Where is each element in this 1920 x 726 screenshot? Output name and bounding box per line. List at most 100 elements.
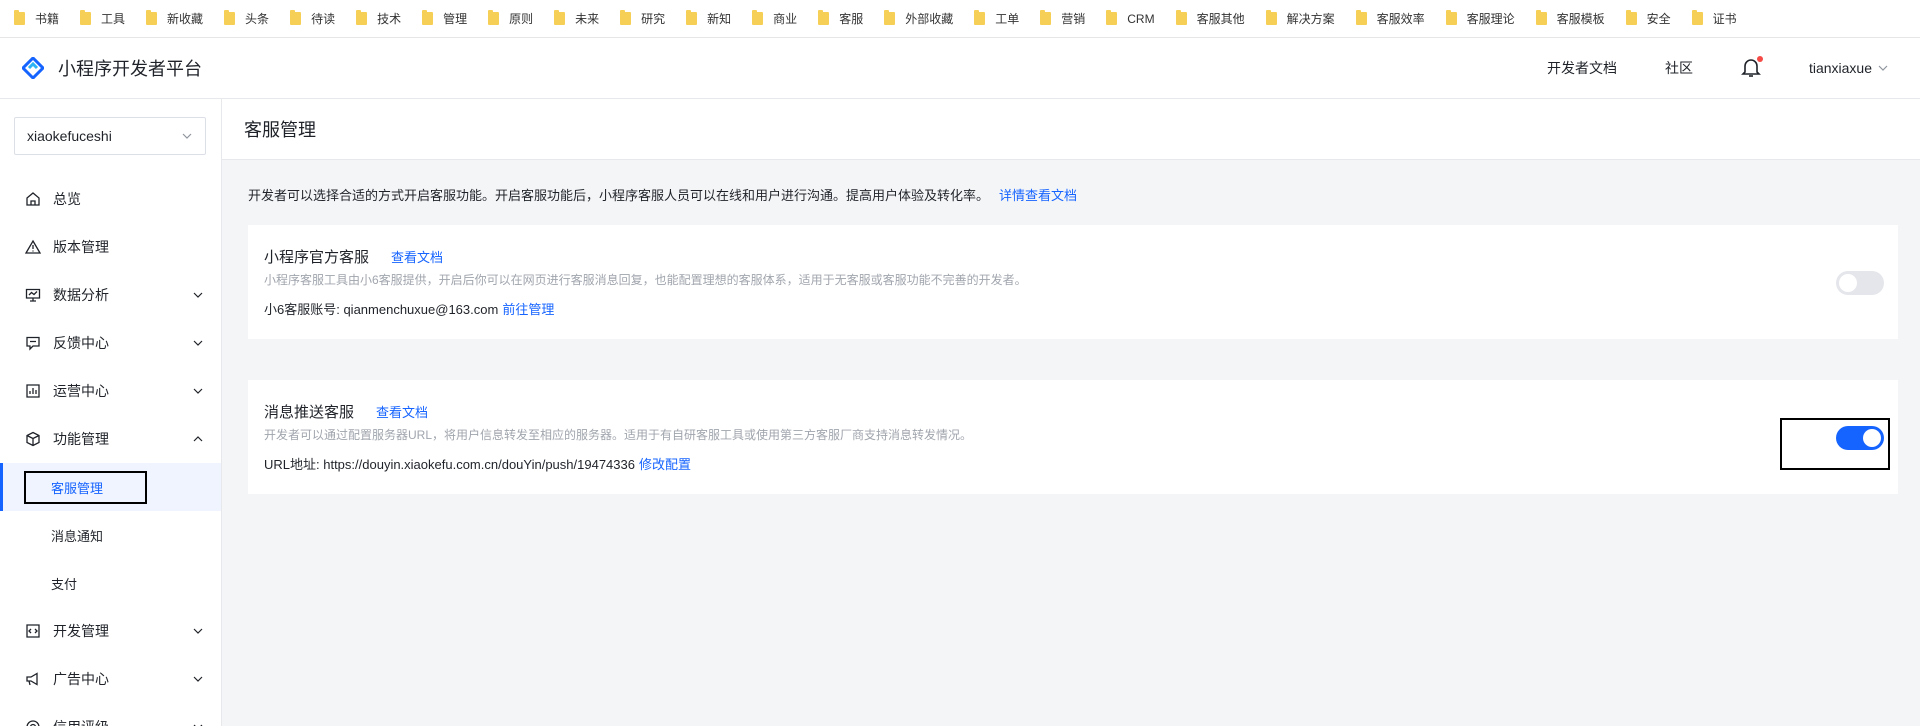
sidebar-item-data-analysis[interactable]: 数据分析 bbox=[0, 271, 221, 319]
sidebar-item-label: 反馈中心 bbox=[53, 335, 109, 351]
card-title: 消息推送客服 查看文档 bbox=[264, 401, 428, 422]
card-title-text: 消息推送客服 bbox=[264, 404, 355, 421]
bookmarks-bar: 书籍 工具 新收藏 头条 待读 技术 管理 原则 未来 研究 新知 商业 客服 外部收藏 工单 营销 CRM 客服… bbox=[0, 0, 1920, 38]
card-description: 开发者可以通过配置服务器URL，将用户信息转发至相应的服务器。适用于有自研客服工… bbox=[264, 428, 973, 442]
card-doc-link[interactable]: 查看文档 bbox=[391, 250, 443, 265]
sidebar-item-label: 总览 bbox=[53, 191, 81, 207]
bookmark-item[interactable]: 外部收藏 bbox=[884, 10, 953, 27]
sidebar-subitem-label: 消息通知 bbox=[51, 528, 104, 544]
sidebar-item-overview[interactable]: 总览 bbox=[0, 175, 221, 223]
bookmark-item[interactable]: 证书 bbox=[1691, 10, 1737, 27]
bookmark-item[interactable]: 客服 bbox=[818, 10, 863, 27]
sidebar-item-dev-management[interactable]: 开发管理 bbox=[0, 607, 221, 655]
folder-icon bbox=[1691, 10, 1703, 25]
sidebar-subitem-notifications[interactable]: 消息通知 bbox=[0, 511, 221, 559]
brand-name: 小程序开发者平台 bbox=[58, 59, 202, 79]
bookmark-item[interactable]: 研究 bbox=[620, 10, 665, 27]
folder-icon bbox=[422, 10, 434, 25]
folder-icon bbox=[356, 10, 368, 25]
intro-description: 开发者可以选择合适的方式开启客服功能。开启客服功能后，小程序客服人员可以在线和用… bbox=[248, 188, 990, 203]
bookmark-item[interactable]: 未来 bbox=[554, 10, 599, 27]
sidebar-item-version[interactable]: 版本管理 bbox=[0, 223, 221, 271]
bookmark-item[interactable]: 解决方案 bbox=[1265, 10, 1335, 27]
folder-icon bbox=[1265, 10, 1277, 25]
folder-icon bbox=[80, 10, 92, 25]
bookmark-label: 头条 bbox=[245, 12, 270, 26]
bookmark-item[interactable]: 新知 bbox=[686, 10, 731, 27]
bookmark-label: 客服 bbox=[839, 12, 864, 26]
bookmark-item[interactable]: 管理 bbox=[422, 10, 467, 27]
sidebar-subitem-payment[interactable]: 支付 bbox=[0, 559, 221, 607]
chevron-down-icon bbox=[193, 292, 203, 298]
notification-bell-icon[interactable] bbox=[1741, 56, 1763, 79]
bookmark-label: 外部收藏 bbox=[905, 12, 954, 26]
intro-docs-link[interactable]: 详情查看文档 bbox=[999, 188, 1077, 203]
bookmark-item[interactable]: CRM bbox=[1106, 10, 1155, 26]
logo-icon bbox=[22, 57, 44, 79]
bookmark-item[interactable]: 原则 bbox=[488, 10, 533, 27]
bookmark-item[interactable]: 工具 bbox=[80, 10, 125, 27]
bookmark-label: 研究 bbox=[641, 12, 666, 26]
sidebar-subitem-label: 支付 bbox=[51, 576, 78, 592]
bookmark-item[interactable]: 技术 bbox=[356, 10, 401, 27]
folder-icon bbox=[620, 10, 632, 25]
sidebar-item-credit-rating[interactable]: 信用评级 bbox=[0, 703, 221, 726]
top-header: 小程序开发者平台 开发者文档 社区 tianxiaxue bbox=[0, 38, 1920, 99]
bookmark-label: CRM bbox=[1127, 11, 1155, 26]
bookmark-item[interactable]: 工单 bbox=[974, 10, 1019, 27]
bookmark-label: 证书 bbox=[1712, 12, 1737, 26]
official-service-toggle[interactable] bbox=[1836, 271, 1884, 295]
highlight-box bbox=[24, 471, 147, 504]
folder-icon bbox=[818, 10, 830, 25]
user-menu[interactable]: tianxiaxue bbox=[1809, 60, 1888, 76]
bookmark-item[interactable]: 商业 bbox=[752, 10, 797, 27]
bookmark-label: 工单 bbox=[995, 12, 1020, 26]
highlight-box bbox=[1780, 418, 1890, 470]
sidebar: xiaokefuceshi 总览 版本管理 数据分析 反馈中心 运营中心 功能管… bbox=[0, 99, 222, 726]
bookmark-item[interactable]: 客服效率 bbox=[1355, 10, 1425, 27]
sidebar-item-label: 信用评级 bbox=[53, 717, 109, 726]
chevron-down-icon bbox=[182, 133, 192, 139]
card-title: 小程序官方客服 查看文档 bbox=[264, 246, 443, 267]
warning-icon bbox=[25, 239, 41, 254]
bookmark-label: 解决方案 bbox=[1286, 12, 1335, 26]
folder-icon bbox=[1355, 10, 1367, 25]
page-title: 客服管理 bbox=[222, 99, 1920, 160]
bookmark-item[interactable]: 客服理论 bbox=[1445, 10, 1515, 27]
card-info-label: URL地址: https://douyin.xiaokefu.com.cn/do… bbox=[264, 457, 635, 472]
sidebar-item-feature-management[interactable]: 功能管理 bbox=[0, 415, 221, 463]
folder-icon bbox=[1175, 10, 1187, 25]
bookmark-item[interactable]: 客服模板 bbox=[1535, 10, 1605, 27]
platform-logo[interactable]: 小程序开发者平台 bbox=[22, 55, 202, 81]
bookmark-item[interactable]: 新收藏 bbox=[146, 10, 203, 27]
sidebar-item-feedback[interactable]: 反馈中心 bbox=[0, 319, 221, 367]
bookmark-label: 工具 bbox=[101, 12, 126, 26]
sidebar-menu: 总览 版本管理 数据分析 反馈中心 运营中心 功能管理 客服管理 消息通知 支付… bbox=[0, 175, 221, 726]
manage-link[interactable]: 前往管理 bbox=[502, 302, 554, 317]
bookmark-item[interactable]: 待读 bbox=[290, 10, 335, 27]
folder-icon bbox=[1625, 10, 1637, 25]
bookmark-item[interactable]: 营销 bbox=[1040, 10, 1085, 27]
bookmark-label: 新收藏 bbox=[167, 12, 204, 26]
sidebar-item-label: 运营中心 bbox=[53, 383, 109, 399]
community-link[interactable]: 社区 bbox=[1665, 58, 1693, 78]
monitor-icon bbox=[25, 288, 41, 302]
bookmark-item[interactable]: 安全 bbox=[1625, 10, 1671, 27]
card-doc-link[interactable]: 查看文档 bbox=[376, 405, 428, 420]
bookmark-item[interactable]: 客服其他 bbox=[1175, 10, 1245, 27]
bookmark-item[interactable]: 头条 bbox=[224, 10, 269, 27]
edit-config-link[interactable]: 修改配置 bbox=[639, 457, 691, 472]
message-push-card: 消息推送客服 查看文档 开发者可以通过配置服务器URL，将用户信息转发至相应的服务… bbox=[248, 380, 1898, 494]
app-selector[interactable]: xiaokefuceshi bbox=[14, 117, 206, 155]
bookmark-item[interactable]: 书籍 bbox=[14, 10, 59, 27]
target-icon bbox=[26, 720, 40, 726]
app-selector-value: xiaokefuceshi bbox=[27, 128, 112, 144]
bookmark-label: 营销 bbox=[1061, 12, 1086, 26]
folder-icon bbox=[1040, 10, 1052, 25]
bookmark-label: 待读 bbox=[311, 12, 336, 26]
sidebar-item-operations[interactable]: 运营中心 bbox=[0, 367, 221, 415]
developer-docs-link[interactable]: 开发者文档 bbox=[1547, 58, 1617, 78]
sidebar-item-ad-center[interactable]: 广告中心 bbox=[0, 655, 221, 703]
toggle-knob bbox=[1839, 274, 1857, 292]
chevron-down-icon bbox=[1878, 65, 1888, 71]
